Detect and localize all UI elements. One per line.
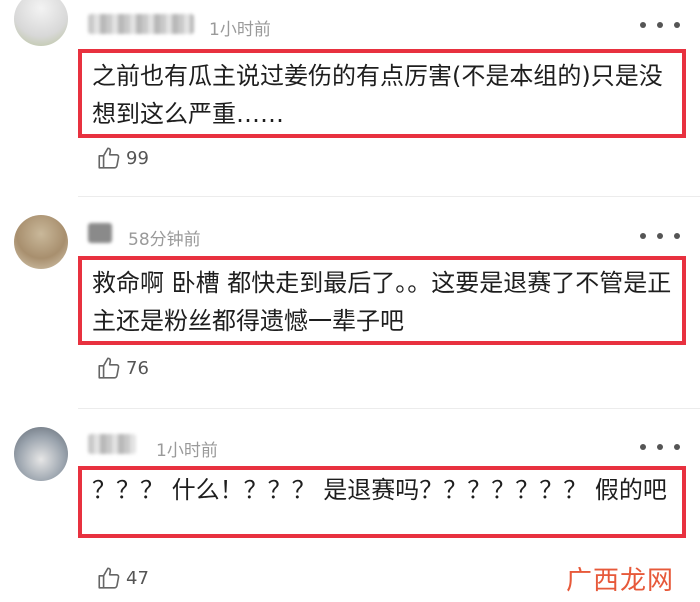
divider <box>78 408 700 409</box>
username-blurred[interactable] <box>88 14 194 34</box>
comment-text: 之前也有瓜主说过姜伤的有点厉害(不是本组的)只是没想到这么严重…… <box>78 49 686 138</box>
like-button[interactable]: 47 <box>96 565 149 591</box>
thumbs-up-icon <box>98 567 120 589</box>
more-options-button[interactable] <box>640 226 680 246</box>
avatar[interactable] <box>14 215 68 269</box>
comment-time: 1小时前 <box>156 441 218 461</box>
thumbs-up-icon <box>98 147 120 169</box>
more-dots-icon <box>640 22 646 28</box>
like-count: 99 <box>126 147 149 169</box>
comment-time: 1小时前 <box>209 20 271 40</box>
thumbs-up-icon <box>98 357 120 379</box>
avatar[interactable] <box>14 427 68 481</box>
like-count: 47 <box>126 567 149 589</box>
comment-time: 58分钟前 <box>128 230 201 250</box>
like-button[interactable]: 76 <box>96 355 149 381</box>
more-options-button[interactable] <box>640 437 680 457</box>
more-dots-icon <box>640 444 646 450</box>
divider <box>78 196 700 197</box>
username-blurred[interactable] <box>88 223 112 243</box>
comment-text: ？？？ 什么！？？？ 是退赛吗？？？？？？？ 假的吧 <box>78 466 686 538</box>
watermark-logo: 广西龙网 <box>565 566 674 596</box>
more-options-button[interactable] <box>640 15 680 35</box>
like-button[interactable]: 99 <box>96 145 149 171</box>
like-count: 76 <box>126 357 149 379</box>
comment-text: 救命啊 卧槽 都快走到最后了。。这要是退赛了不管是正主还是粉丝都得遗憾一辈子吧 <box>78 256 686 345</box>
username-blurred[interactable] <box>88 434 136 454</box>
more-dots-icon <box>640 233 646 239</box>
avatar[interactable] <box>14 0 68 46</box>
